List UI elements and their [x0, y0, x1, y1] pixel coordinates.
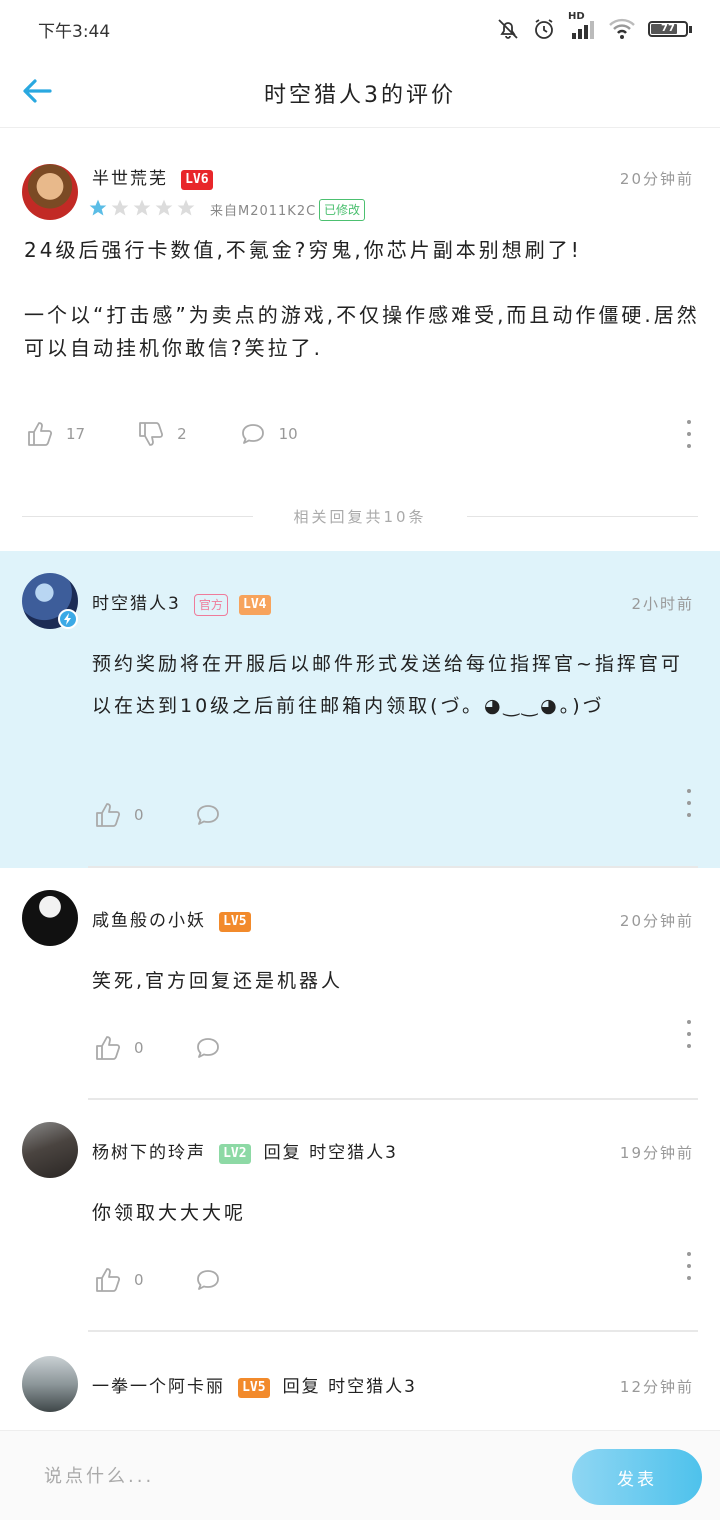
level-badge: LV5 [219, 911, 251, 932]
thumbs-down-icon [139, 422, 164, 446]
official-tag: 官方 [193, 593, 228, 616]
reply-item: 咸鱼般の小妖 LV5 20分钟前 笑死,官方回复还是机器人 0 [0, 868, 720, 1100]
signal-icon: HD [568, 11, 596, 41]
alarm-icon [532, 17, 556, 41]
review-paragraph: 24级后强行卡数值,不氪金?穷鬼,你芯片副本别想刷了! [24, 238, 582, 262]
comment-count: 10 [278, 425, 298, 443]
thumbs-up-icon [96, 803, 121, 827]
comment-icon [196, 805, 219, 825]
avatar[interactable] [22, 164, 78, 220]
page-title: 时空猎人3的评价 [264, 82, 456, 108]
more-icon [687, 1252, 691, 1256]
more-icon [687, 420, 691, 424]
like-count: 0 [134, 806, 144, 824]
main-review: 半世荒芜 LV6 来自M2011K2C 已修改 20分钟前 24级后强行卡数值,… [0, 128, 720, 548]
star-empty-icon [177, 199, 195, 216]
comment-button[interactable] [194, 1266, 222, 1294]
thumbs-up-icon [96, 1036, 121, 1060]
comment-icon [241, 424, 264, 444]
level-badge: LV2 [219, 1143, 251, 1164]
comment-button[interactable] [194, 1034, 222, 1062]
like-count: 0 [134, 1039, 144, 1057]
reply-item: 杨树下的玲声 LV2 回复 时空猎人3 19分钟前 你领取大大大呢 0 [0, 1100, 720, 1332]
avatar[interactable] [22, 1356, 78, 1412]
reply-item: 时空猎人3 官方 LV4 2小时前 预约奖励将在开服后以邮件形式发送给每位指挥官… [0, 551, 720, 868]
back-arrow-icon [20, 74, 54, 112]
mute-icon [496, 17, 520, 41]
avatar[interactable] [22, 890, 78, 946]
level-badge: LV5 [238, 1377, 270, 1398]
status-bar: 下午3:44 HD 77 [0, 0, 720, 58]
review-time: 20分钟前 [619, 170, 694, 188]
app-header: 时空猎人3的评价 [0, 58, 720, 128]
star-empty-icon [133, 199, 151, 216]
reply-author-name[interactable]: 一拳一个阿卡丽 [92, 1377, 225, 1397]
device-label: 来自M2011K2C [210, 204, 317, 219]
like-button[interactable]: 0 [94, 801, 144, 829]
hd-label: HD [568, 11, 585, 22]
more-options-button[interactable] [684, 1020, 694, 1048]
reply-to-label: 回复 时空猎人3 [282, 1377, 417, 1397]
avatar[interactable] [22, 1122, 78, 1178]
reply-time: 2小时前 [631, 595, 694, 613]
reply-time: 12分钟前 [619, 1378, 694, 1396]
thumbs-up-icon [96, 1268, 121, 1292]
comment-input[interactable] [22, 1445, 562, 1507]
comment-button[interactable] [194, 801, 222, 829]
reply-item: 一拳一个阿卡丽 LV5 回复 时空猎人3 12分钟前 [0, 1332, 720, 1430]
wifi-icon [608, 17, 636, 41]
level-badge: LV6 [181, 169, 213, 190]
replies-divider: 相关回复共10条 [22, 503, 698, 529]
star-empty-icon [155, 199, 173, 216]
more-options-button[interactable] [684, 420, 694, 448]
reply-text: 预约奖励将在开服后以邮件形式发送给每位指挥官~指挥官可以在达到10级之后前往邮箱… [92, 653, 683, 717]
review-paragraph: 一个以“打击感”为卖点的游戏,不仅操作感难受,而且动作僵硬.居然可以自动挂机你敢… [24, 303, 700, 360]
dislike-count: 2 [177, 425, 187, 443]
comment-button[interactable]: 10 [239, 420, 298, 448]
review-actions: 17 2 10 [26, 420, 298, 448]
reply-author-name[interactable]: 杨树下的玲声 [92, 1143, 206, 1163]
back-button[interactable] [16, 72, 58, 114]
more-icon [687, 1020, 691, 1024]
publish-button[interactable]: 发表 [572, 1449, 702, 1505]
reply-text: 你领取大大大呢 [92, 1202, 247, 1224]
reply-to-label: 回复 时空猎人3 [263, 1143, 398, 1163]
star-empty-icon [111, 199, 129, 216]
reply-time: 19分钟前 [619, 1144, 694, 1162]
comment-icon [196, 1038, 219, 1058]
more-icon [687, 789, 691, 793]
comment-composer: 发表 [0, 1430, 720, 1520]
like-count: 17 [66, 425, 86, 443]
more-options-button[interactable] [684, 789, 694, 817]
star-filled-icon [89, 199, 107, 216]
level-badge: LV4 [239, 594, 271, 615]
dislike-button[interactable]: 2 [137, 420, 187, 448]
reply-author-name[interactable]: 时空猎人3 [92, 594, 181, 614]
like-button[interactable]: 17 [26, 420, 85, 448]
review-author-name[interactable]: 半世荒芜 [92, 169, 168, 189]
verified-icon [58, 609, 78, 629]
status-icons: HD 77 [496, 11, 692, 41]
like-count: 0 [134, 1271, 144, 1289]
reply-author-name[interactable]: 咸鱼般の小妖 [92, 911, 206, 931]
like-button[interactable]: 0 [94, 1266, 144, 1294]
battery-level: 77 [661, 23, 675, 34]
reply-time: 20分钟前 [619, 912, 694, 930]
replies-count-label: 相关回复共10条 [293, 507, 427, 526]
edited-tag: 已修改 [319, 199, 366, 221]
more-options-button[interactable] [684, 1252, 694, 1280]
reply-text: 笑死,官方回复还是机器人 [92, 970, 344, 992]
like-button[interactable]: 0 [94, 1034, 144, 1062]
status-time: 下午3:44 [38, 21, 111, 42]
review-body: 24级后强行卡数值,不氪金?穷鬼,你芯片副本别想刷了! 一个以“打击感”为卖点的… [24, 234, 704, 365]
battery-icon: 77 [648, 21, 692, 37]
rating-stars [88, 198, 196, 218]
comment-icon [196, 1270, 219, 1290]
thumbs-up-icon [28, 422, 53, 446]
